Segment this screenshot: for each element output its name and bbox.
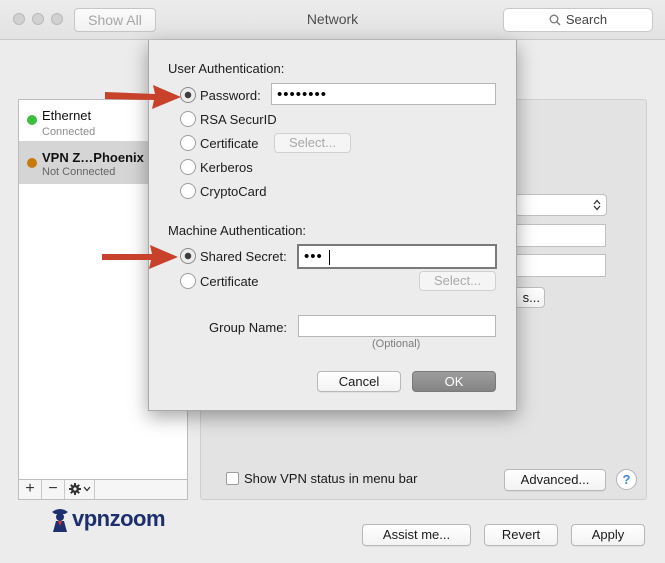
service-name: Ethernet	[42, 108, 92, 123]
authentication-settings-sheet: User Authentication: Password: •••••••• …	[148, 40, 517, 411]
certificate-label: Certificate	[200, 136, 259, 151]
annotation-arrow-icon	[105, 85, 181, 109]
search-placeholder: Search	[565, 12, 608, 27]
vpnzoom-logo: vpnzoom	[48, 506, 188, 532]
updown-chevron-icon	[593, 199, 601, 211]
rsa-securid-label: RSA SecurID	[200, 112, 277, 127]
shared-secret-field[interactable]: •••	[297, 244, 497, 269]
password-field[interactable]: ••••••••	[271, 83, 496, 105]
spy-figure-icon	[52, 509, 68, 532]
add-service-button[interactable]: +	[19, 480, 42, 499]
group-name-label: Group Name:	[209, 320, 288, 335]
optional-hint: (Optional)	[372, 338, 421, 350]
password-value: ••••••••	[277, 86, 328, 103]
show-vpn-status-checkbox[interactable]	[226, 472, 239, 485]
machine-certificate-radio[interactable]	[180, 273, 196, 289]
cancel-button[interactable]: Cancel	[317, 371, 401, 392]
cryptocard-radio[interactable]	[180, 183, 196, 199]
machine-authentication-title: Machine Authentication:	[168, 223, 307, 238]
group-name-field[interactable]	[298, 315, 496, 337]
gear-menu-button[interactable]	[65, 480, 95, 499]
cryptocard-label: CryptoCard	[200, 184, 267, 199]
logo-text: vpnzoom	[72, 506, 166, 531]
assist-me-button[interactable]: Assist me...	[362, 524, 471, 546]
server-address-field[interactable]	[514, 224, 606, 247]
machine-certificate-select-button[interactable]: Select...	[419, 271, 496, 291]
account-name-field[interactable]	[514, 254, 606, 277]
service-status: Connected	[42, 126, 96, 138]
show-vpn-status-label: Show VPN status in menu bar	[244, 471, 418, 486]
advanced-button[interactable]: Advanced...	[504, 469, 606, 491]
service-name: VPN Z…Phoenix	[42, 150, 144, 165]
remove-service-button[interactable]: −	[42, 480, 65, 499]
kerberos-label: Kerberos	[200, 160, 253, 175]
text-cursor	[329, 250, 330, 265]
connected-status-dot-icon	[27, 115, 37, 125]
user-authentication-title: User Authentication:	[168, 61, 285, 76]
help-button[interactable]: ?	[616, 469, 637, 490]
not-connected-status-dot-icon	[27, 158, 37, 168]
shared-secret-label: Shared Secret:	[200, 249, 287, 264]
annotation-arrow-icon	[102, 245, 178, 269]
shared-secret-value: •••	[304, 248, 323, 265]
kerberos-radio[interactable]	[180, 159, 196, 175]
configuration-popup[interactable]	[514, 194, 607, 216]
search-icon	[549, 14, 561, 26]
machine-certificate-label: Certificate	[200, 274, 259, 289]
ok-button[interactable]: OK	[412, 371, 496, 392]
shared-secret-radio[interactable]	[180, 248, 196, 264]
rsa-securid-radio[interactable]	[180, 111, 196, 127]
certificate-radio[interactable]	[180, 135, 196, 151]
service-list-toolbar: + −	[18, 479, 188, 500]
revert-button[interactable]: Revert	[484, 524, 558, 546]
password-radio-label: Password:	[200, 88, 261, 103]
gear-icon	[68, 483, 90, 495]
apply-button[interactable]: Apply	[571, 524, 645, 546]
search-field[interactable]: Search	[503, 8, 653, 32]
user-certificate-select-button[interactable]: Select...	[274, 133, 351, 153]
service-status: Not Connected	[42, 166, 116, 178]
